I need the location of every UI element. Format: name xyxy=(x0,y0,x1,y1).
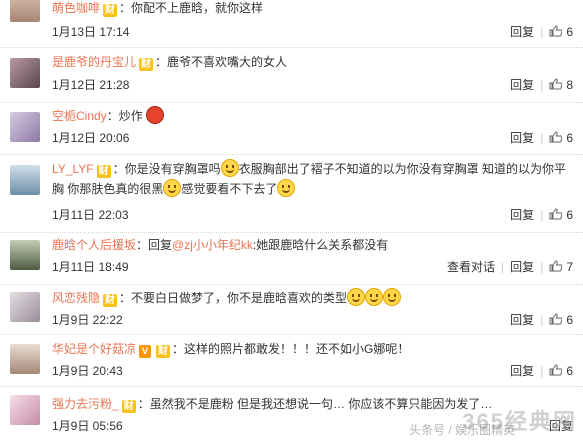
wealth-badge-icon: 财 xyxy=(139,58,154,71)
username-link[interactable]: 强力去污粉_ xyxy=(52,397,119,411)
reply-link[interactable]: 回复 xyxy=(510,260,534,274)
username-link[interactable]: 鹿晗个人后援坂 xyxy=(52,238,136,252)
comment-text: 鹿爷不喜欢嘴大的女人 xyxy=(167,55,288,69)
like-count: 8 xyxy=(566,78,573,92)
thumbs-up-icon[interactable] xyxy=(549,25,563,37)
comment-actions: 回复 | 8 xyxy=(510,78,573,92)
avatar[interactable] xyxy=(10,240,40,270)
username-link[interactable]: 是鹿爷的丹宝儿 xyxy=(52,55,136,69)
comment-date: 1月12日 21:28 xyxy=(52,78,130,92)
account-watermark: 头条号 / 娱乐圈精英 xyxy=(408,423,515,437)
vip-badge-icon: V xyxy=(139,345,152,358)
comment-text: 不要白日做梦了，你不是鹿晗喜欢的类型 xyxy=(131,291,348,305)
comment-date: 1月9日 05:56 xyxy=(52,419,123,433)
reply-link[interactable]: 回复 xyxy=(510,313,534,327)
comment-item: 华妃是个好菇凉 V 财：这样的照片都敢发！！！还不如小G娜呢！ 1月9日 20:43… xyxy=(0,335,583,387)
wealth-badge-icon: 财 xyxy=(121,400,136,413)
comment-actions: 查看对话 | 回复 | 7 xyxy=(447,260,573,274)
comment-item: 空栀Cindy：炒作 1月12日 20:06 回复 | 6 xyxy=(0,103,583,155)
comment-actions: 回复 | 6 xyxy=(510,131,573,145)
comment-text: 胸 你那肤色真的很黑 xyxy=(52,182,164,196)
shy-emoji-icon xyxy=(365,288,384,306)
comment-actions: 回复 | 6 xyxy=(510,25,573,39)
wealth-badge-icon: 财 xyxy=(103,294,118,307)
reply-link[interactable]: 回复 xyxy=(510,25,534,39)
comment-actions: 回复 | 6 xyxy=(510,313,573,327)
smile-emoji-icon xyxy=(220,159,239,177)
comment-item: 萌色咖啡财：你配不上鹿晗，就你这样 1月13日 17:14 回复 | 6 xyxy=(0,0,583,48)
comment-date: 1月11日 22:03 xyxy=(52,208,129,222)
like-count: 6 xyxy=(566,208,573,222)
comment-date: 1月12日 20:06 xyxy=(52,131,130,145)
comment-date: 1月13日 17:14 xyxy=(52,25,130,39)
wealth-badge-icon: 财 xyxy=(103,4,118,17)
like-count: 6 xyxy=(566,25,573,39)
username-link[interactable]: 风恋残隐 xyxy=(52,291,100,305)
smile-emoji-icon xyxy=(163,179,182,197)
thumbs-up-icon[interactable] xyxy=(549,260,563,272)
comment-date: 1月9日 22:22 xyxy=(52,313,123,327)
comment-text: 这样的照片都敢发！！！还不如小G娜呢！ xyxy=(184,342,410,356)
angry-emoji-icon xyxy=(146,106,165,124)
wealth-badge-icon: 财 xyxy=(96,165,111,178)
comment-date: 1月9日 20:43 xyxy=(52,364,123,378)
comment-item: 风恋残隐财：不要白日做梦了，你不是鹿晗喜欢的类型 1月9日 22:22 回复 | 6 xyxy=(0,285,583,335)
username-link[interactable]: 华妃是个好菇凉 xyxy=(52,342,136,356)
comment-actions: 回复 | 6 xyxy=(510,364,573,378)
reply-link[interactable]: 回复 xyxy=(510,78,534,92)
comment-item: 鹿晗个人后援坂：回复@zj小小年纪kk:她跟鹿晗什么关系都没有 1月11日 18… xyxy=(0,233,583,285)
thumbs-up-icon[interactable] xyxy=(549,208,563,220)
wave-emoji-icon xyxy=(277,179,296,197)
like-count: 6 xyxy=(566,313,573,327)
mention-link[interactable]: @zj小小年纪kk xyxy=(172,238,253,252)
username-link[interactable]: 空栀Cindy xyxy=(52,109,107,123)
shy-emoji-icon xyxy=(347,288,366,306)
comment-text: 衣服胸部出了褶子不知道的以为你没有穿胸罩 知道的以为你平 xyxy=(238,162,566,176)
comment-text: :她跟鹿晗什么关系都没有 xyxy=(252,238,389,252)
comment-text: 你是没有穿胸罩吗 xyxy=(124,162,221,176)
view-conversation-link[interactable]: 查看对话 xyxy=(447,260,495,274)
comment-date: 1月11日 18:49 xyxy=(52,260,129,274)
username-link[interactable]: LY_LYF xyxy=(52,162,94,176)
comment-text: 感觉要看不下去了 xyxy=(181,182,278,196)
reply-link[interactable]: 回复 xyxy=(510,208,534,222)
reply-link[interactable]: 回复 xyxy=(510,131,534,145)
comment-item: LY_LYF 财：你是没有穿胸罩吗 衣服胸部出了褶子不知道的以为你没有穿胸罩 知道的… xyxy=(0,155,583,233)
avatar[interactable] xyxy=(10,395,40,425)
avatar[interactable] xyxy=(10,112,40,142)
shy-emoji-icon xyxy=(383,288,402,306)
like-count: 7 xyxy=(566,260,573,274)
thumbs-up-icon[interactable] xyxy=(549,131,563,143)
avatar[interactable] xyxy=(10,58,40,88)
like-count: 6 xyxy=(566,364,573,378)
avatar[interactable] xyxy=(10,292,40,322)
like-count: 6 xyxy=(566,131,573,145)
comment-text: 炒作 xyxy=(118,109,143,123)
reply-link[interactable]: 回复 xyxy=(510,364,534,378)
comment-actions: 回复 | 6 xyxy=(510,208,573,222)
wealth-badge-icon: 财 xyxy=(156,345,171,358)
avatar[interactable] xyxy=(10,0,40,22)
avatar[interactable] xyxy=(10,344,40,374)
username-link[interactable]: 萌色咖啡 xyxy=(52,1,100,15)
comment-item: 是鹿爷的丹宝儿财：鹿爷不喜欢嘴大的女人 1月12日 21:28 回复 | 8 xyxy=(0,48,583,103)
comment-text: 虽然我不是鹿粉 但是我还想说一句… 你应该不算只能因为发了… xyxy=(149,397,493,411)
comment-text: 你配不上鹿晗，就你这样 xyxy=(131,1,264,15)
thumbs-up-icon[interactable] xyxy=(549,313,563,325)
thumbs-up-icon[interactable] xyxy=(549,78,563,90)
avatar[interactable] xyxy=(10,165,40,195)
thumbs-up-icon[interactable] xyxy=(549,364,563,376)
